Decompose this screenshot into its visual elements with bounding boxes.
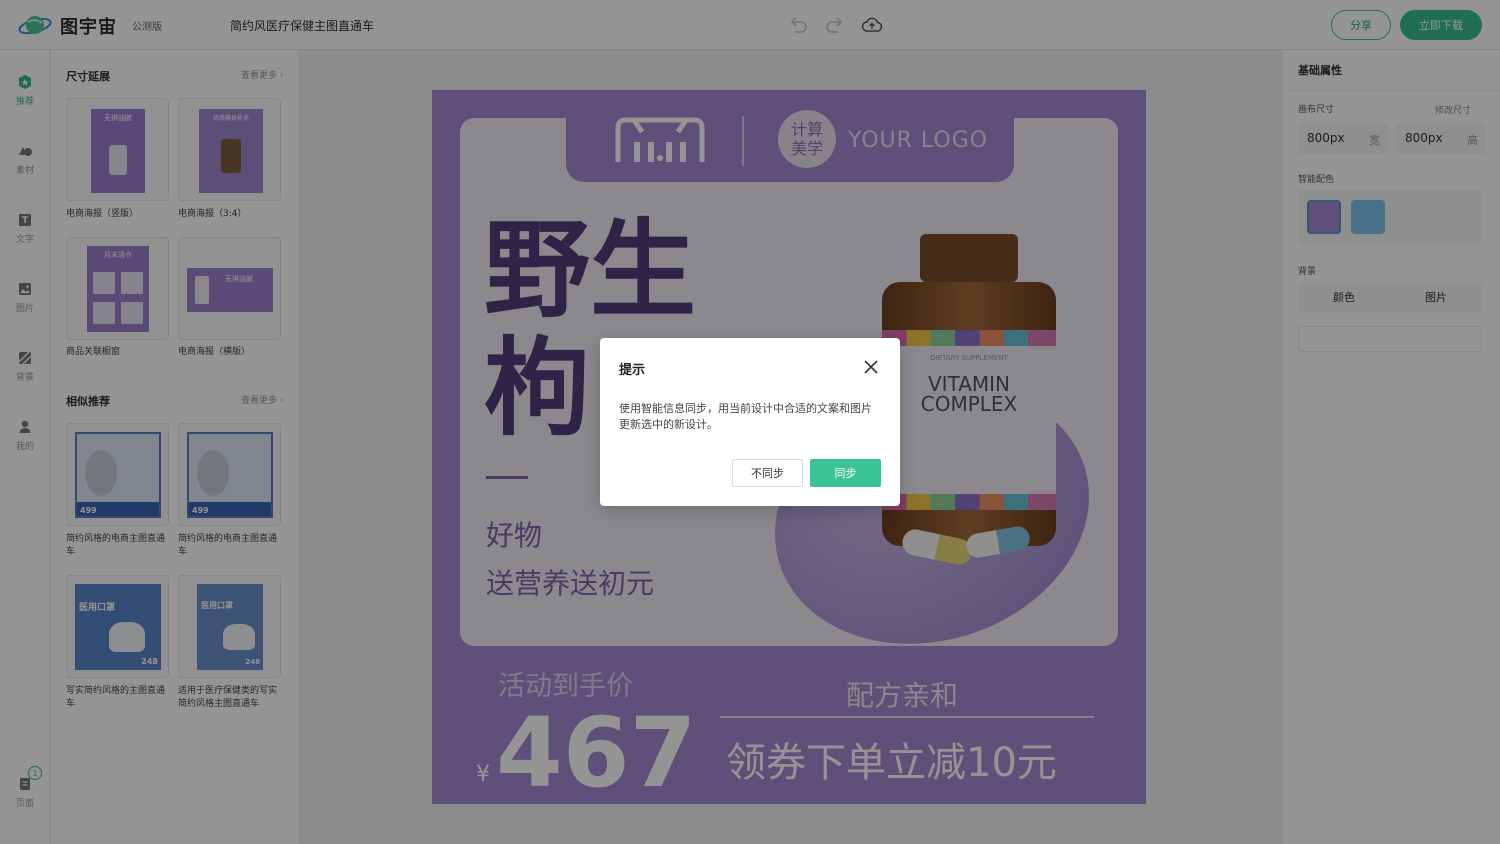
no-sync-button[interactable]: 不同步 bbox=[732, 459, 803, 487]
dialog-title: 提示 bbox=[619, 363, 646, 378]
dialog-message: 使用智能信息同步，用当前设计中合适的文案和图片更新选中的新设计。 bbox=[619, 402, 872, 431]
sync-button[interactable]: 同步 bbox=[810, 459, 881, 487]
close-icon[interactable] bbox=[862, 358, 880, 376]
sync-dialog: 提示 使用智能信息同步，用当前设计中合适的文案和图片更新选中的新设计。 不同步 … bbox=[600, 338, 900, 506]
